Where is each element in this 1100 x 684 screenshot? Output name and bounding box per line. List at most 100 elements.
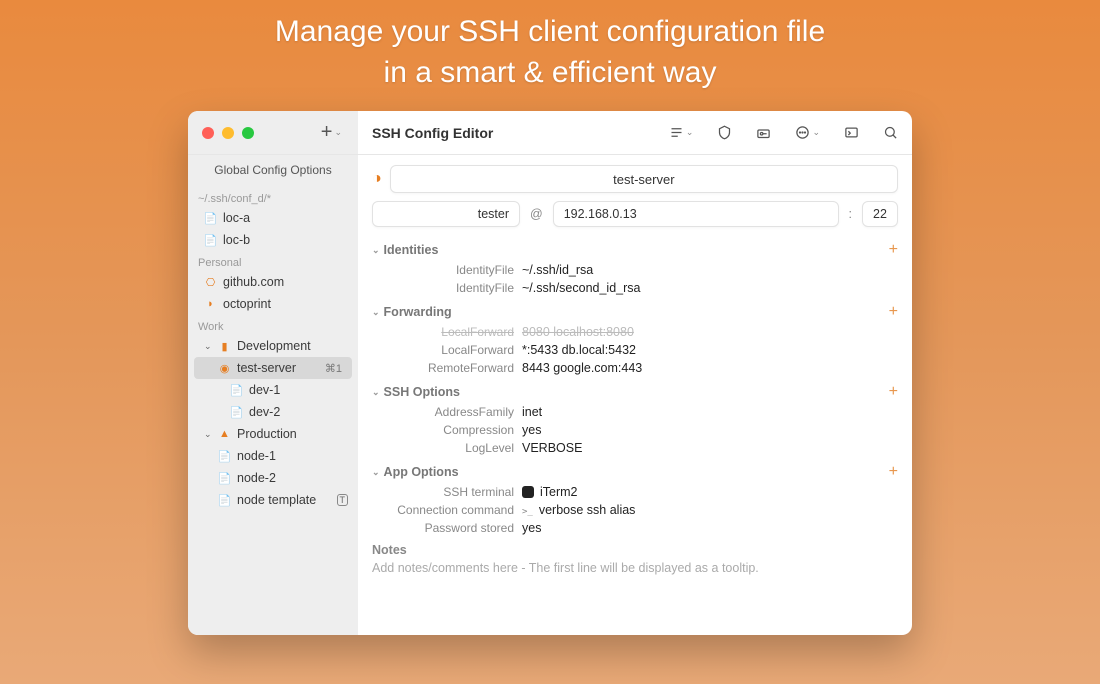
main-panel: ◑ test-server tester @ 192.168.0.13 : 22 <box>358 111 912 635</box>
sidebar-item-node-1[interactable]: 📄 node-1 <box>188 445 358 467</box>
ssh-option-row[interactable]: Compression yes <box>372 421 898 439</box>
section-title: Forwarding <box>384 305 452 319</box>
host-header: ◑ test-server tester @ 192.168.0.13 : 22 <box>358 155 912 235</box>
more-button[interactable]: ⌄ <box>795 125 820 140</box>
user-input[interactable]: tester <box>372 201 520 227</box>
ssh-option-row[interactable]: LogLevel VERBOSE <box>372 439 898 457</box>
colon-symbol: : <box>845 207 856 221</box>
shortcut-label: ⌘1 <box>325 362 342 375</box>
sidebar-folder-development[interactable]: ⌄ ▮ Development <box>188 335 358 357</box>
terminal-icon <box>844 125 859 140</box>
hostname-input[interactable]: 192.168.0.13 <box>553 201 839 227</box>
shield-icon <box>717 125 732 140</box>
sidebar-section-confd: ~/.ssh/conf_d/* <box>188 187 358 207</box>
sidebar-item-label: octoprint <box>223 297 271 311</box>
section-app-options-header[interactable]: ⌄ App Options + <box>372 457 898 483</box>
kv-key: IdentityFile <box>372 263 522 277</box>
forwarding-row[interactable]: LocalForward 8080 localhost:8080 <box>372 323 898 341</box>
sidebar-item-label: dev-1 <box>249 383 280 397</box>
sidebar-folder-production[interactable]: ⌄ ▲ Production <box>188 423 358 445</box>
kv-val: verbose ssh alias <box>522 503 898 517</box>
kv-key: AddressFamily <box>372 405 522 419</box>
section-forwarding-header[interactable]: ⌄ Forwarding + <box>372 297 898 323</box>
notes-header: Notes <box>372 537 898 557</box>
add-identity-button[interactable]: + <box>889 241 898 259</box>
chevron-down-icon: ⌄ <box>204 429 212 440</box>
template-badge: T <box>337 494 349 506</box>
sidebar-item-label: node-2 <box>237 471 276 485</box>
identity-row[interactable]: IdentityFile ~/.ssh/id_rsa <box>372 261 898 279</box>
kv-val: yes <box>522 423 898 437</box>
kv-key: SSH terminal <box>372 485 522 499</box>
sidebar-item-label: test-server <box>237 361 296 375</box>
app-option-row[interactable]: Connection command verbose ssh alias <box>372 501 898 519</box>
app-option-row[interactable]: Password stored yes <box>372 519 898 537</box>
global-config-button[interactable]: Global Config Options <box>188 155 358 187</box>
titlebar: + ⌄ SSH Config Editor ⌄ ⌄ <box>188 111 912 155</box>
search-button[interactable] <box>883 125 898 140</box>
kv-val: ~/.ssh/second_id_rsa <box>522 281 898 295</box>
github-icon: ⎔ <box>204 276 217 289</box>
terminal-button[interactable] <box>844 125 859 140</box>
conn-cmd: verbose ssh alias <box>539 503 636 517</box>
add-app-option-button[interactable]: + <box>889 463 898 481</box>
section-title: Identities <box>384 243 439 257</box>
host-name-input[interactable]: test-server <box>390 165 898 193</box>
sidebar-item-dev-2[interactable]: 📄 dev-2 <box>188 401 358 423</box>
sidebar-item-label: node-1 <box>237 449 276 463</box>
add-forwarding-button[interactable]: + <box>889 303 898 321</box>
kv-key: Compression <box>372 423 522 437</box>
folder-icon: ▲ <box>218 428 231 441</box>
port-value: 22 <box>873 207 887 221</box>
identity-row[interactable]: IdentityFile ~/.ssh/second_id_rsa <box>372 279 898 297</box>
hostname-value: 192.168.0.13 <box>564 207 637 221</box>
chevron-down-icon: ⌄ <box>204 341 212 352</box>
file-icon: 📄 <box>218 494 231 507</box>
key-icon <box>756 125 771 140</box>
shield-button[interactable] <box>717 125 732 140</box>
forwarding-row[interactable]: RemoteForward 8443 google.com:443 <box>372 359 898 377</box>
file-icon: 📄 <box>218 472 231 485</box>
list-settings-button[interactable]: ⌄ <box>669 125 694 140</box>
chevron-down-icon: ⌄ <box>812 127 820 138</box>
sidebar-item-node-2[interactable]: 📄 node-2 <box>188 467 358 489</box>
key-button[interactable] <box>756 125 771 140</box>
close-window-button[interactable] <box>202 127 214 139</box>
sidebar-item-test-server[interactable]: ◉ test-server ⌘1 <box>194 357 352 379</box>
forwarding-row[interactable]: LocalForward *:5433 db.local:5432 <box>372 341 898 359</box>
app-option-row[interactable]: SSH terminal iTerm2 <box>372 483 898 501</box>
add-ssh-option-button[interactable]: + <box>889 383 898 401</box>
sidebar-section-personal: Personal <box>188 251 358 271</box>
kv-val: yes <box>522 521 898 535</box>
kv-key: LogLevel <box>372 441 522 455</box>
sidebar-item-dev-1[interactable]: 📄 dev-1 <box>188 379 358 401</box>
sidebar-item-node-template[interactable]: 📄 node template T <box>188 489 358 511</box>
user-value: tester <box>478 207 509 221</box>
maximize-window-button[interactable] <box>242 127 254 139</box>
sidebar-item-label: Development <box>237 339 311 353</box>
ssh-option-row[interactable]: AddressFamily inet <box>372 403 898 421</box>
sidebar-item-octoprint[interactable]: ◗ octoprint <box>188 293 358 315</box>
search-icon <box>883 125 898 140</box>
sidebar-item-loc-a[interactable]: 📄 loc-a <box>188 207 358 229</box>
kv-val: ~/.ssh/id_rsa <box>522 263 898 277</box>
sidebar-item-label: Production <box>237 427 297 441</box>
port-input[interactable]: 22 <box>862 201 898 227</box>
section-ssh-options-header[interactable]: ⌄ SSH Options + <box>372 377 898 403</box>
minimize-window-button[interactable] <box>222 127 234 139</box>
plus-icon: + <box>321 121 333 144</box>
kv-val: iTerm2 <box>522 485 898 499</box>
sidebar-item-loc-b[interactable]: 📄 loc-b <box>188 229 358 251</box>
sidebar-item-label: loc-a <box>223 211 250 225</box>
section-title: App Options <box>384 465 459 479</box>
notes-textarea[interactable]: Add notes/comments here - The first line… <box>372 557 898 575</box>
list-icon <box>669 125 684 140</box>
add-host-button[interactable]: + ⌄ <box>321 121 342 144</box>
app-window: + ⌄ SSH Config Editor ⌄ ⌄ <box>188 111 912 635</box>
kv-key: LocalForward <box>372 325 522 339</box>
section-identities-header[interactable]: ⌄ Identities + <box>372 235 898 261</box>
file-icon: 📄 <box>230 384 243 397</box>
sidebar-item-github[interactable]: ⎔ github.com <box>188 271 358 293</box>
file-icon: 📄 <box>230 406 243 419</box>
kv-key: Password stored <box>372 521 522 535</box>
